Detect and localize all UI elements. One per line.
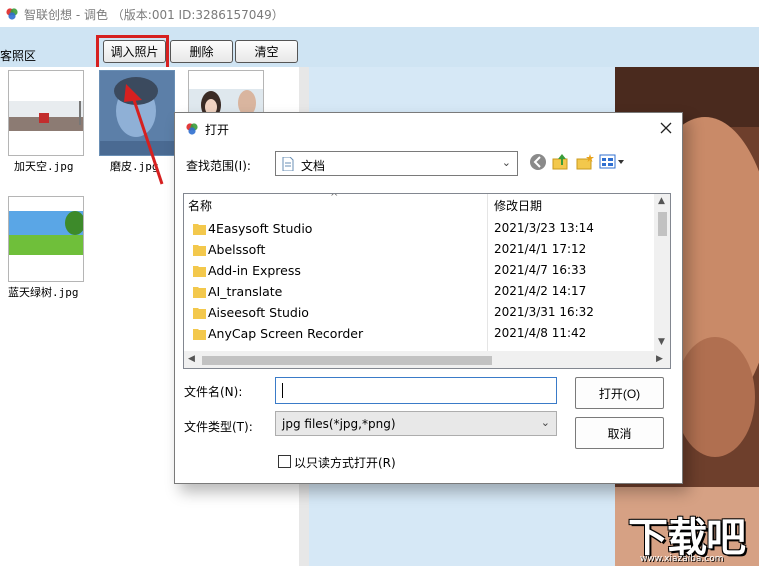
import-photo-button[interactable]: 调入照片 [103, 40, 166, 63]
chevron-down-icon: ⌄ [540, 416, 550, 429]
file-date: 2021/4/7 16:33 [494, 263, 587, 277]
file-name: Add-in Express [208, 263, 301, 278]
filetype-value: jpg files(*jpg,*png) [282, 417, 396, 431]
readonly-checkbox[interactable] [278, 455, 291, 468]
photo-portrait-image [100, 71, 174, 155]
up-folder-icon[interactable] [552, 153, 570, 171]
folder-icon [193, 266, 206, 277]
cancel-button[interactable]: 取消 [575, 417, 664, 449]
column-header-modified[interactable]: 修改日期 [494, 194, 542, 216]
new-folder-icon[interactable] [576, 153, 594, 171]
filename-label: 文件名(N): [184, 385, 243, 399]
folder-icon [193, 308, 206, 319]
thumbnail-caption: 磨皮.jpg [110, 160, 159, 173]
file-name: Aiseesoft Studio [208, 305, 309, 320]
horizontal-scrollbar[interactable]: ◀ ▶ [184, 351, 670, 368]
watermark-url: www.xiazaiba.com [640, 554, 724, 564]
dialog-title: 打开 [205, 123, 230, 137]
file-list: ^ 名称 修改日期 4Easysoft Studio 2021/3/23 13:… [183, 193, 671, 369]
file-name: AI_translate [208, 284, 283, 299]
close-icon[interactable] [653, 116, 679, 140]
scroll-right-icon[interactable]: ▶ [656, 354, 663, 364]
photo-sky-image [9, 71, 83, 155]
list-item[interactable]: AnyCap Screen Recorder 2021/4/8 11:42 [184, 323, 654, 344]
chevron-down-icon: ⌄ [501, 156, 511, 169]
filetype-dropdown[interactable]: jpg files(*jpg,*png) ⌄ [275, 411, 557, 436]
client-photo-area-label: 客照区 [0, 49, 37, 63]
dialog-titlebar: 打开 [175, 113, 682, 143]
file-date: 2021/3/31 16:32 [494, 305, 594, 319]
column-header-name[interactable]: 名称 [188, 194, 212, 216]
sort-ascending-icon: ^ [330, 193, 339, 203]
scroll-up-icon[interactable]: ▲ [658, 196, 665, 206]
folder-icon [193, 245, 206, 256]
documents-folder-icon [282, 157, 294, 171]
site-watermark: 下载吧 www.xiazaiba.com [620, 505, 759, 566]
app-logo-icon [6, 8, 18, 20]
folder-icon [193, 329, 206, 340]
list-item[interactable]: Add-in Express 2021/4/7 16:33 [184, 260, 654, 281]
readonly-label: 以只读方式打开(R) [294, 456, 396, 470]
list-item[interactable]: Abelssoft 2021/4/1 17:12 [184, 239, 654, 260]
dialog-app-icon [186, 123, 198, 135]
photo-landscape-image [9, 197, 83, 281]
file-name: 4Easysoft Studio [208, 221, 313, 236]
look-in-label: 查找范围(I): [186, 159, 251, 173]
scroll-down-icon[interactable]: ▼ [658, 337, 665, 347]
filename-input[interactable] [275, 377, 557, 404]
list-item[interactable]: 4Easysoft Studio 2021/3/23 13:14 [184, 218, 654, 239]
scrollbar-thumb[interactable] [658, 212, 667, 236]
file-name: Abelssoft [208, 242, 266, 257]
clear-button[interactable]: 清空 [235, 40, 298, 63]
filetype-label: 文件类型(T): [184, 420, 253, 434]
open-file-dialog: 打开 查找范围(I): 文档 ⌄ ^ 名称 修改日期 4Easysoft Stu… [174, 112, 683, 484]
list-item[interactable]: Aiseesoft Studio 2021/3/31 16:32 [184, 302, 654, 323]
view-menu-icon[interactable] [599, 153, 627, 171]
window-title: 智联创想 - 调色 （版本:001 ID:3286157049） [24, 8, 284, 22]
thumbnail-blue-sky-trees[interactable] [8, 196, 84, 282]
scrollbar-thumb[interactable] [202, 356, 492, 365]
look-in-value: 文档 [301, 159, 326, 173]
folder-icon [193, 224, 206, 235]
vertical-scrollbar[interactable]: ▲ ▼ [654, 194, 670, 351]
list-item[interactable]: AI_translate 2021/4/2 14:17 [184, 281, 654, 302]
file-date: 2021/4/1 17:12 [494, 242, 587, 256]
folder-icon [193, 287, 206, 298]
scroll-left-icon[interactable]: ◀ [188, 354, 195, 364]
back-icon[interactable] [529, 153, 547, 171]
text-caret [282, 383, 283, 398]
file-date: 2021/3/23 13:14 [494, 221, 594, 235]
thumbnail-caption: 蓝天绿树.jpg [8, 286, 79, 299]
file-date: 2021/4/8 11:42 [494, 326, 587, 340]
look-in-dropdown[interactable]: 文档 ⌄ [275, 151, 518, 176]
thumbnail-caption: 加天空.jpg [14, 160, 74, 173]
thumbnail-sky[interactable] [8, 70, 84, 156]
delete-button[interactable]: 删除 [170, 40, 233, 63]
file-name: AnyCap Screen Recorder [208, 326, 364, 341]
file-date: 2021/4/2 14:17 [494, 284, 587, 298]
thumbnail-skin-smoothing[interactable] [99, 70, 175, 156]
app-titlebar: 智联创想 - 调色 （版本:001 ID:3286157049） [0, 0, 759, 27]
open-button[interactable]: 打开(O) [575, 377, 664, 409]
